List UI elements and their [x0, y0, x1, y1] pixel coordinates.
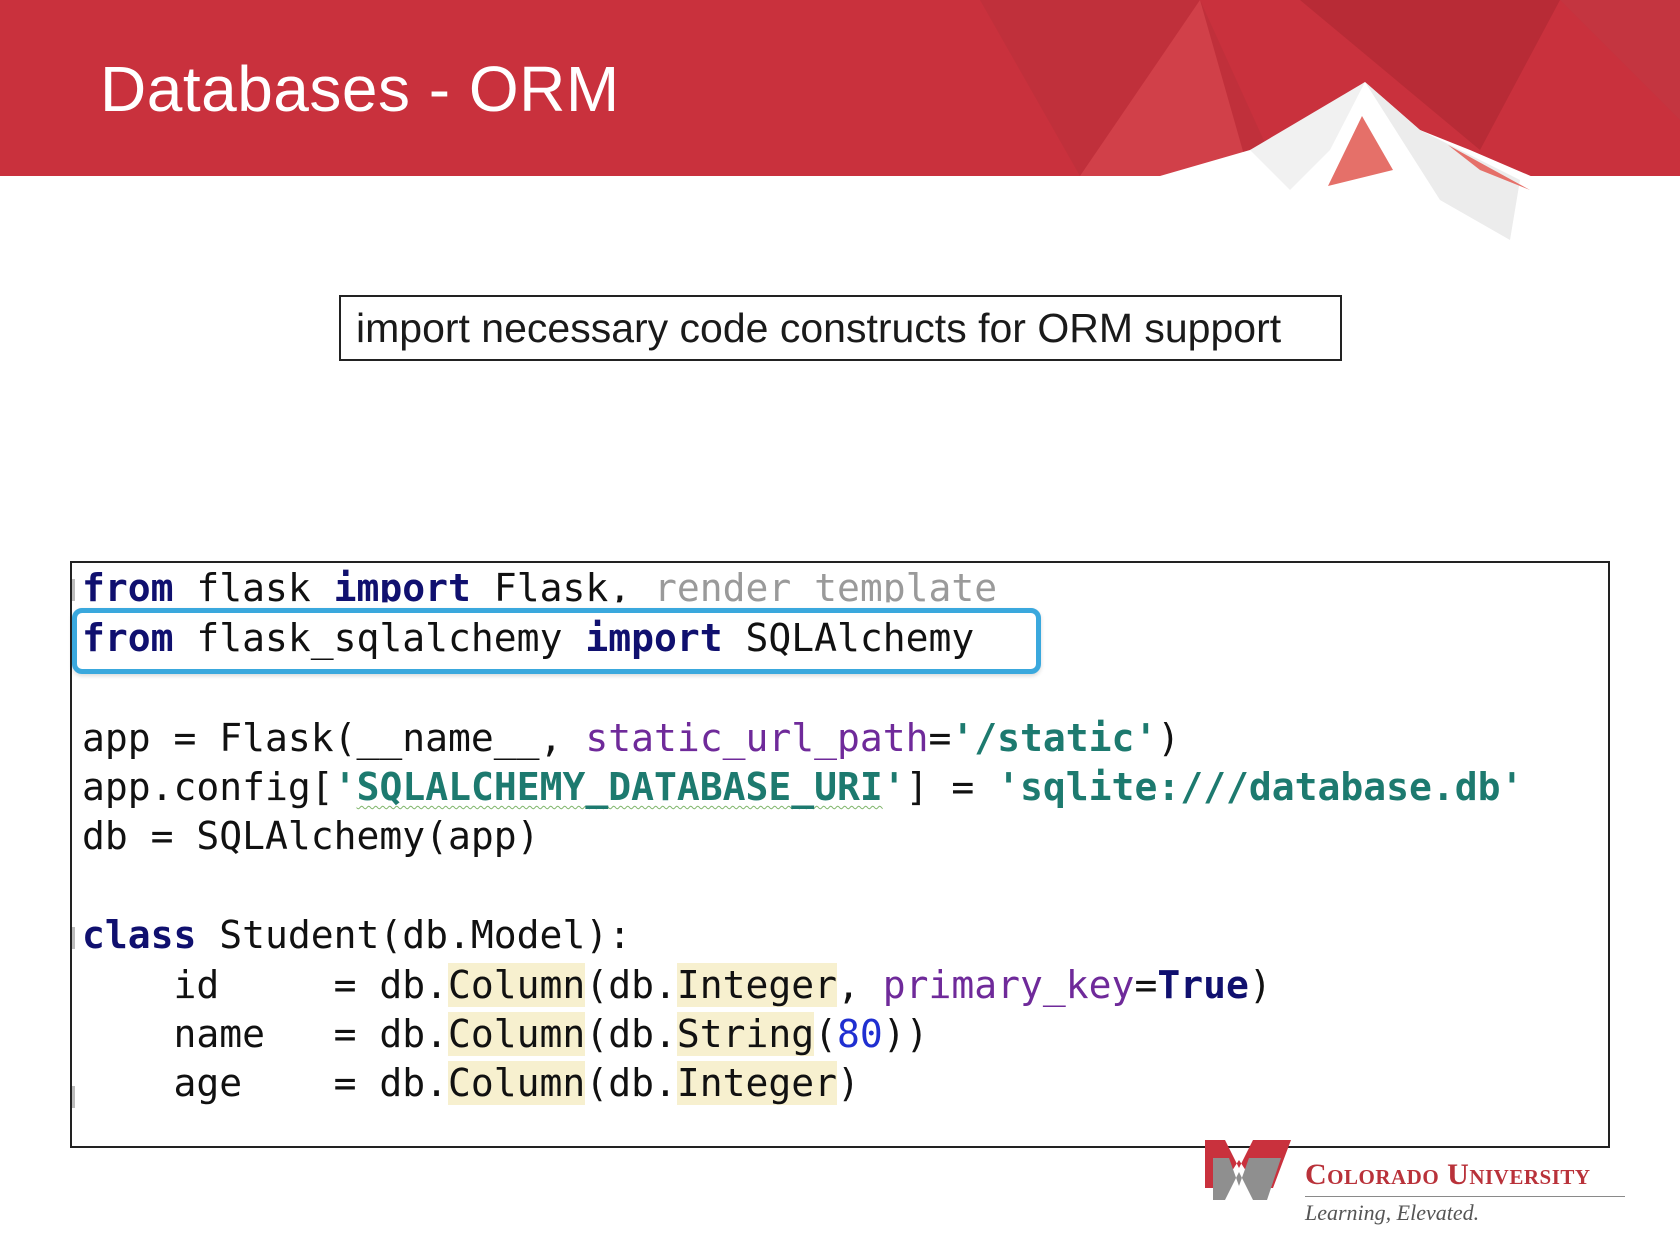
editor-fold-mark [72, 927, 75, 949]
code-line-6: db = SQLAlchemy(app) [82, 814, 540, 858]
header-banner [0, 0, 1680, 260]
editor-fold-mark [72, 579, 75, 601]
code-line-4: app = Flask(__name__, static_url_path='/… [82, 716, 1181, 760]
code-line-8: class Student(db.Model): [82, 913, 632, 957]
code-line-11: age = db.Column(db.Integer) [82, 1061, 860, 1105]
logo-divider [1305, 1196, 1625, 1197]
logo-university-name: Colorado University [1305, 1158, 1591, 1191]
callout-box: import necessary code constructs for ORM… [339, 295, 1342, 361]
logo-tagline: Learning, Elevated. [1305, 1200, 1480, 1225]
code-line-9: id = db.Column(db.Integer, primary_key=T… [82, 963, 1272, 1007]
import-highlight-box [72, 608, 1041, 674]
slide-title: Databases - ORM [100, 53, 620, 125]
code-line-5: app.config['SQLALCHEMY_DATABASE_URI'] = … [82, 765, 1524, 809]
editor-fold-mark [72, 1086, 75, 1108]
callout-text: import necessary code constructs for ORM… [356, 304, 1282, 351]
code-line-10: name = db.Column(db.String(80)) [82, 1012, 929, 1056]
code-line-1: from flask import Flask, render_template [82, 566, 998, 610]
